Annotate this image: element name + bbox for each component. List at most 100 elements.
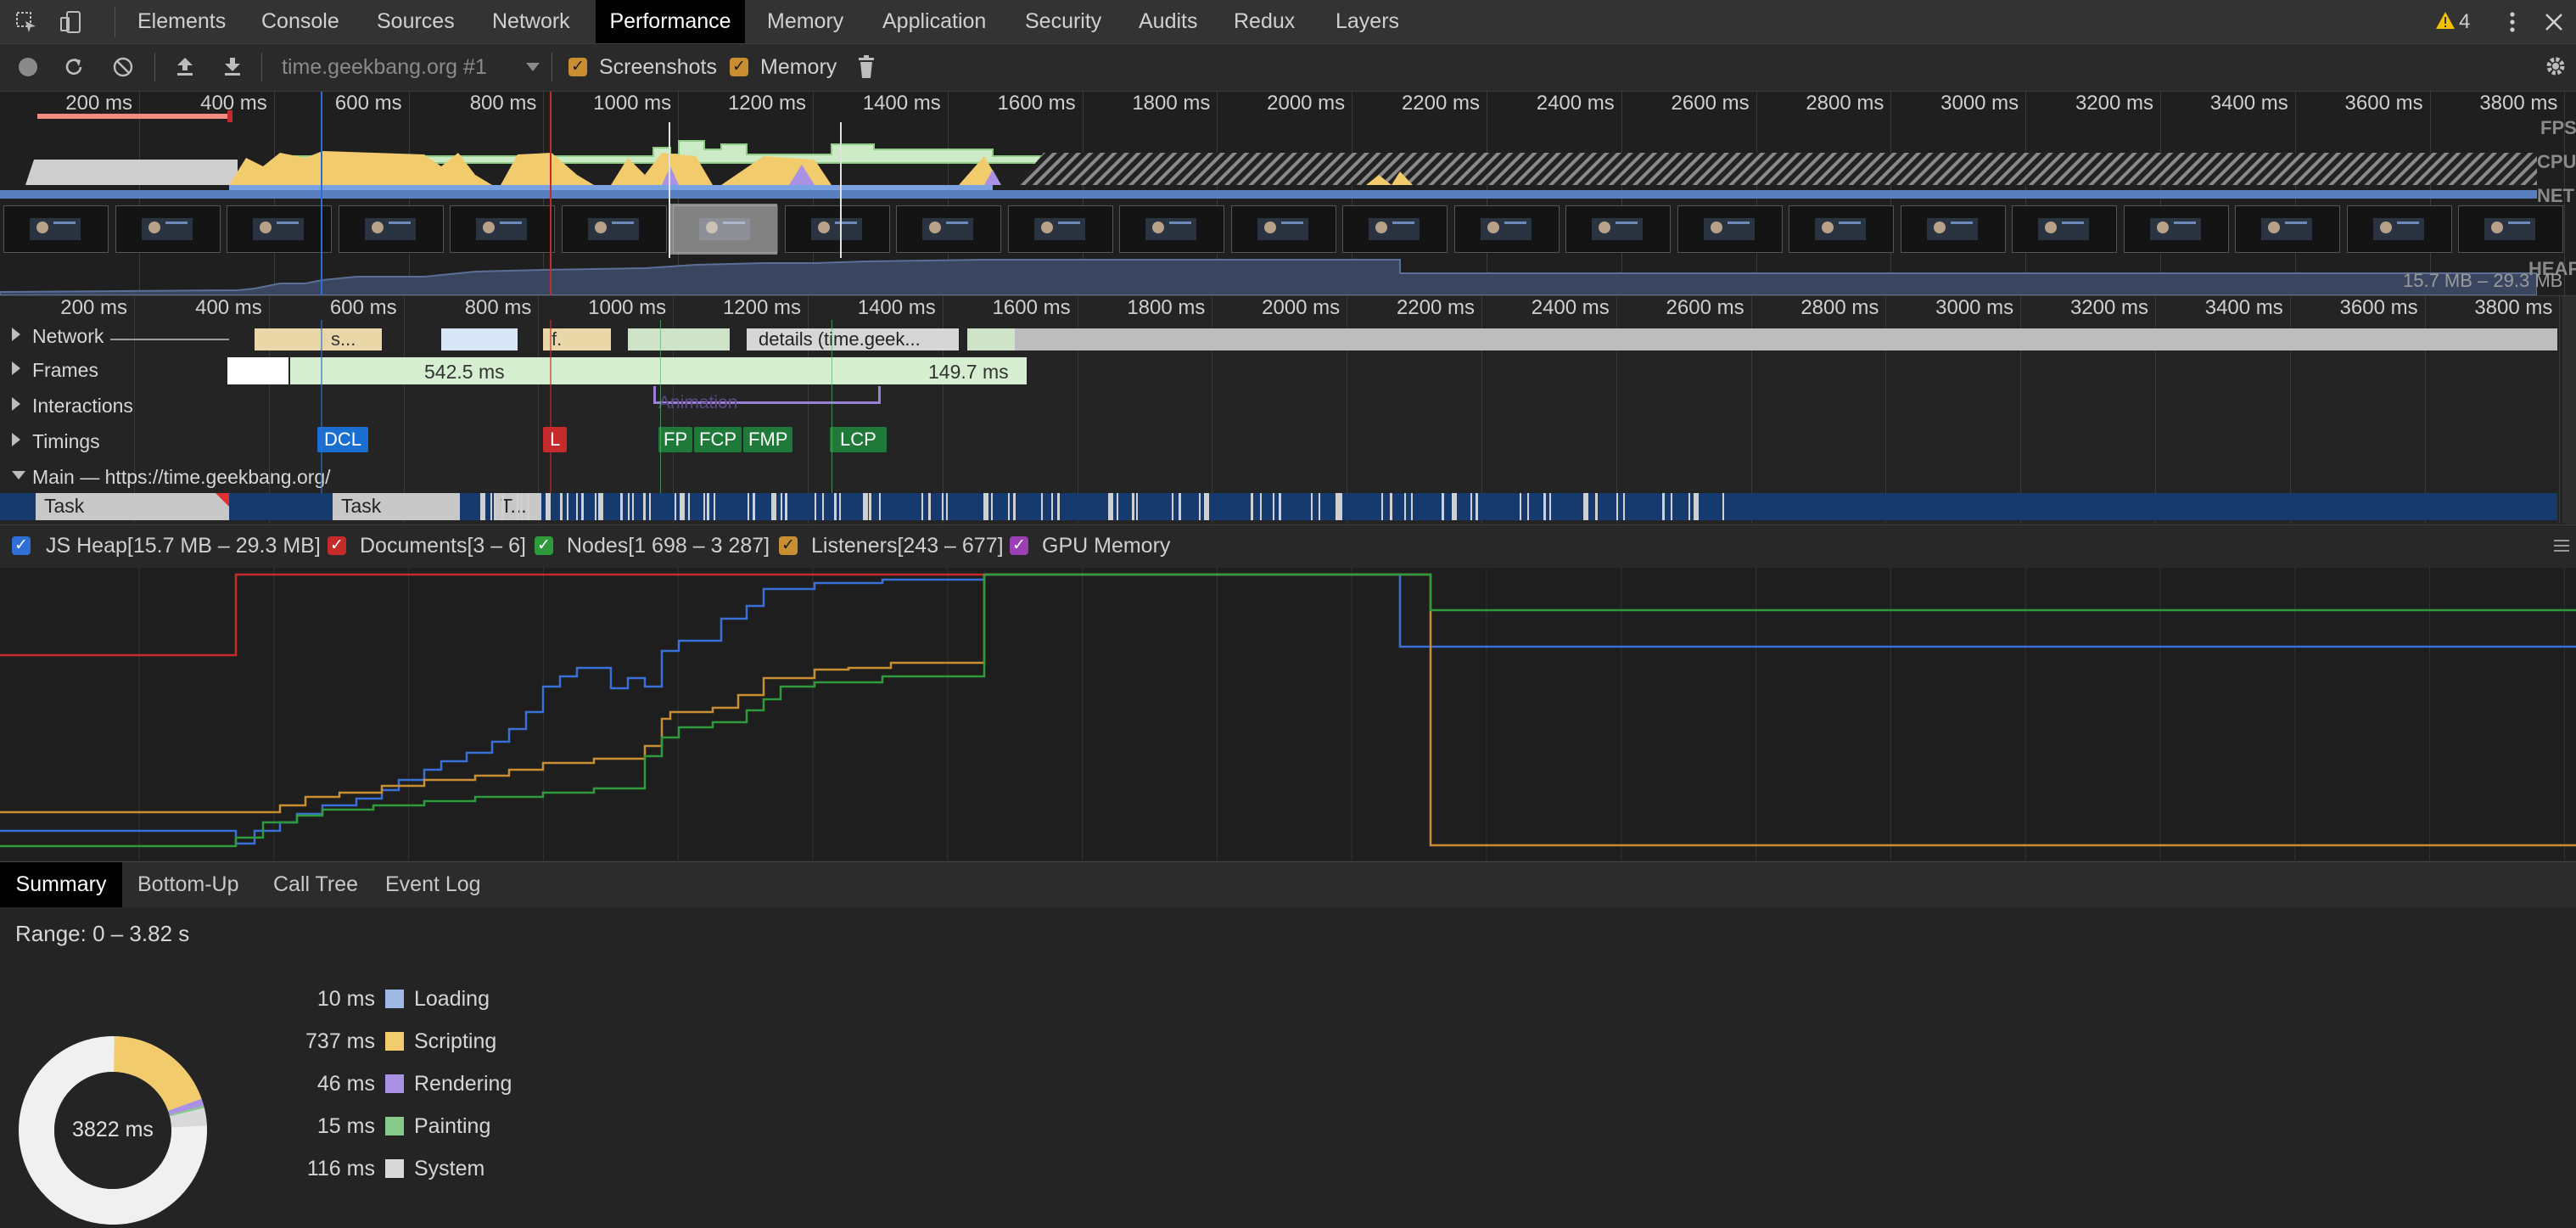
screenshot-thumbnail[interactable] (338, 205, 444, 253)
main-task-tick[interactable] (928, 493, 931, 520)
main-task-tick[interactable] (581, 493, 584, 520)
main-task-tick[interactable] (1688, 493, 1690, 520)
main-task-tick[interactable] (1722, 493, 1724, 520)
memory-counters-chart[interactable] (0, 568, 2576, 861)
main-task-tick[interactable] (1311, 493, 1313, 520)
main-task-tick[interactable] (521, 493, 523, 520)
main-task-tick[interactable] (863, 493, 868, 520)
fmp-timing-marker[interactable]: FMP (743, 427, 793, 452)
memory-label[interactable]: Memory (760, 55, 837, 80)
main-task-tick[interactable] (869, 493, 871, 520)
screenshot-thumbnail[interactable] (2458, 205, 2563, 253)
main-task-tick[interactable] (942, 493, 944, 520)
main-task-tick[interactable] (1136, 493, 1138, 520)
tab-elements[interactable]: Elements (137, 0, 226, 43)
main-task-tick[interactable] (1595, 493, 1598, 520)
main-task-tick[interactable] (785, 493, 787, 520)
main-task-tick[interactable] (1172, 493, 1173, 520)
main-task-tick[interactable] (643, 493, 646, 520)
main-task-tick[interactable] (1549, 493, 1551, 520)
main-task-tick[interactable] (560, 493, 563, 520)
screenshot-thumbnail[interactable] (1342, 205, 1448, 253)
main-task-tick[interactable] (1623, 493, 1625, 520)
main-task-tick[interactable] (1390, 493, 1392, 520)
tab-performance[interactable]: Performance (596, 0, 745, 43)
main-task-tick[interactable] (688, 493, 690, 520)
listeners-checkbox[interactable]: ✓ (779, 536, 798, 555)
tab-console[interactable]: Console (261, 0, 339, 43)
main-task-tick[interactable] (748, 493, 749, 520)
screenshot-thumbnail[interactable] (227, 205, 332, 253)
main-task-tick[interactable] (480, 493, 485, 520)
main-task-tick[interactable] (991, 493, 993, 520)
tab-memory[interactable]: Memory (767, 0, 843, 43)
main-task-tick[interactable] (771, 493, 776, 520)
network-track-label[interactable]: Network (32, 325, 104, 348)
timings-expand-icon[interactable] (12, 433, 20, 446)
main-task-tick[interactable] (527, 493, 529, 520)
lcp-timing-marker[interactable]: LCP (830, 427, 887, 452)
screenshot-thumbnail[interactable] (2012, 205, 2117, 253)
screenshot-thumbnail[interactable] (115, 205, 221, 253)
main-task-tick[interactable] (680, 493, 685, 520)
main-task-tick[interactable] (879, 493, 881, 520)
network-request[interactable] (441, 328, 518, 350)
main-task-tick[interactable] (567, 493, 568, 520)
main-task-tick[interactable] (1199, 493, 1201, 520)
flamechart-tracks[interactable]: 200 ms 400 ms 600 ms 800 ms 1000 ms 1200 ms 14… (0, 296, 2576, 524)
screenshot-thumbnail[interactable] (1119, 205, 1224, 253)
screenshot-thumbnail[interactable] (1677, 205, 1783, 253)
main-collapse-icon[interactable] (12, 471, 25, 479)
interactions-track-label[interactable]: Interactions (32, 395, 133, 418)
main-task-tick[interactable] (1108, 493, 1113, 520)
gpu-memory-label[interactable]: GPU Memory (1042, 534, 1170, 558)
memory-checkbox[interactable]: ✓ (730, 58, 748, 76)
main-task-tick[interactable] (1452, 493, 1457, 520)
main-task-tick[interactable] (1051, 493, 1053, 520)
main-task-tick[interactable] (1520, 493, 1521, 520)
save-profile-icon[interactable] (222, 55, 243, 77)
main-task-tick[interactable] (822, 493, 824, 520)
tab-application[interactable]: Application (882, 0, 986, 43)
tab-redux[interactable]: Redux (1234, 0, 1295, 43)
warning-icon[interactable] (2435, 11, 2456, 30)
main-task-tick[interactable] (620, 493, 623, 520)
more-options-icon[interactable] (2507, 10, 2517, 34)
main-task-tick[interactable] (1671, 493, 1672, 520)
screenshots-label[interactable]: Screenshots (599, 55, 717, 80)
main-task-tick[interactable] (1694, 493, 1699, 520)
main-task-tick[interactable] (1381, 493, 1383, 520)
timeline-overview[interactable]: 200 ms 400 ms 600 ms 800 ms 1000 ms 1200 ms 14… (0, 92, 2576, 296)
main-task-tick[interactable] (1527, 493, 1529, 520)
main-task-tick[interactable] (490, 493, 492, 520)
profile-select[interactable]: time.geekbang.org #1 (282, 55, 487, 80)
capture-settings-gear-icon[interactable] (2544, 54, 2568, 78)
js-heap-label[interactable]: JS Heap[15.7 MB – 29.3 MB] (46, 534, 321, 558)
main-task-tick[interactable] (707, 493, 709, 520)
main-task-tick[interactable] (1442, 493, 1444, 520)
main-task-tick[interactable] (1476, 493, 1478, 520)
screenshot-thumbnail[interactable] (896, 205, 1001, 253)
main-task-tick[interactable] (1411, 493, 1413, 520)
nodes-label[interactable]: Nodes[1 698 – 3 287] (567, 534, 770, 558)
network-expand-icon[interactable] (12, 328, 20, 341)
main-task-tick[interactable] (1662, 493, 1665, 520)
screenshot-thumbnail[interactable] (2346, 205, 2452, 253)
main-task-tick[interactable] (921, 493, 923, 520)
main-task-tick[interactable] (1132, 493, 1134, 520)
screenshot-thumbnail[interactable] (1900, 205, 2006, 253)
network-request[interactable] (967, 328, 1015, 350)
tracks-scrollbar[interactable] (2562, 296, 2576, 524)
frame-block[interactable] (227, 357, 288, 384)
load-timing-marker[interactable]: L (543, 427, 568, 452)
documents-label[interactable]: Documents[3 – 6] (360, 534, 526, 558)
tab-bottom-up[interactable]: Bottom-Up (137, 862, 238, 907)
main-task-tick[interactable] (576, 493, 578, 520)
screenshots-checkbox[interactable]: ✓ (568, 58, 587, 76)
frame-block[interactable] (290, 357, 935, 384)
main-task-tick[interactable] (1251, 493, 1253, 520)
close-icon[interactable] (2544, 12, 2564, 32)
screenshot-thumbnail[interactable] (450, 205, 555, 253)
screenshot-thumbnail[interactable] (784, 205, 890, 253)
clear-icon[interactable] (112, 56, 134, 78)
